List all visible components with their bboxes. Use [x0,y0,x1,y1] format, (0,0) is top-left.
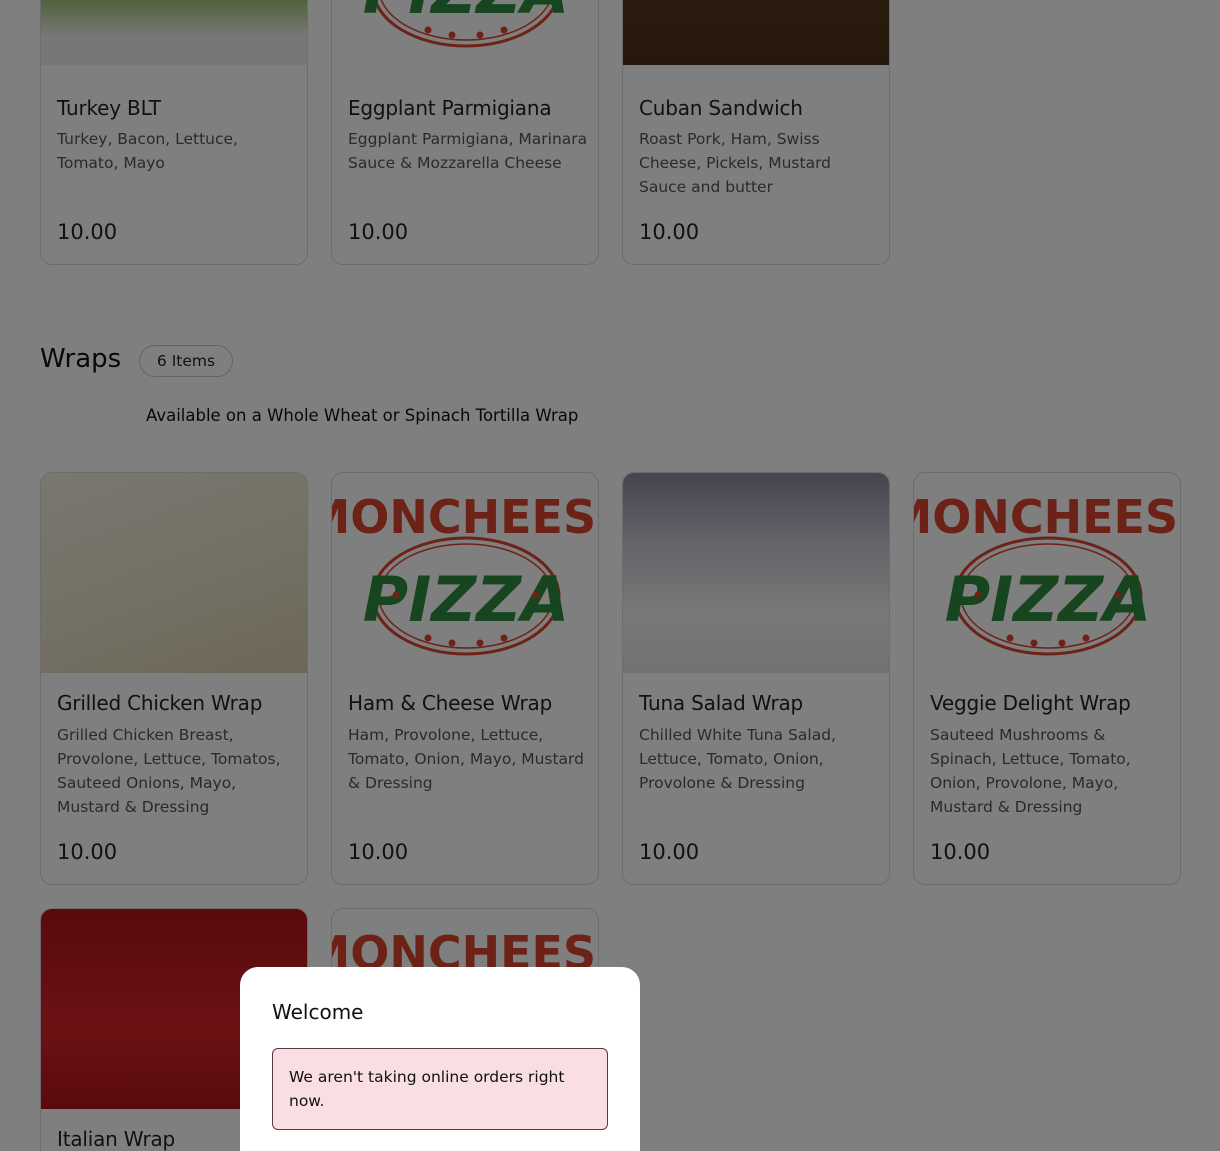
modal-title: Welcome [272,1000,364,1024]
orders-closed-notice: We aren't taking online orders right now… [272,1048,608,1130]
welcome-modal: Welcome We aren't taking online orders r… [240,967,640,1151]
